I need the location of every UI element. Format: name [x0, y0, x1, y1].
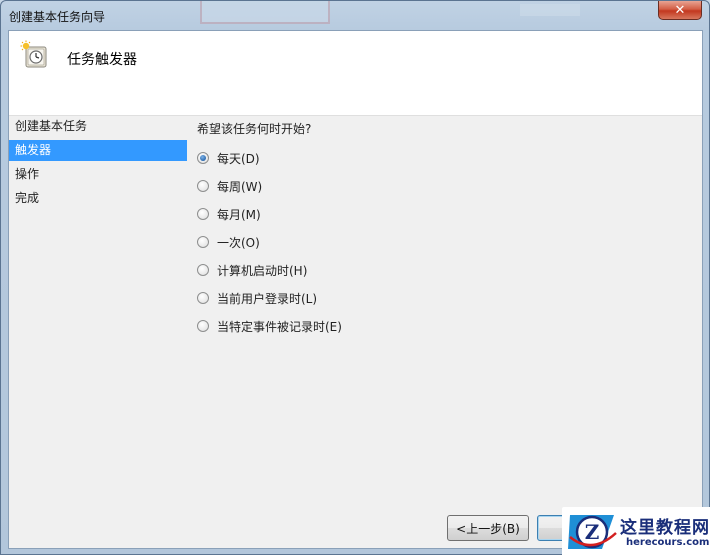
step-item-label: 完成 — [15, 191, 40, 205]
radio-button[interactable] — [197, 208, 209, 220]
watermark-logo-letter: Z — [585, 520, 600, 544]
radio-button[interactable] — [197, 264, 209, 276]
step-item-trigger[interactable]: 触发器 — [9, 140, 187, 161]
step-item-create-basic-task[interactable]: 创建基本任务 — [9, 116, 187, 137]
window-title: 创建基本任务向导 — [9, 10, 106, 24]
trigger-question: 希望该任务何时开始? — [197, 122, 312, 136]
radio-at-startup[interactable]: 计算机启动时(H) — [197, 261, 307, 279]
radio-daily[interactable]: 每天(D) — [197, 149, 260, 167]
radio-weekly[interactable]: 每周(W) — [197, 177, 262, 195]
back-button[interactable]: <上一步(B) — [447, 515, 529, 541]
radio-label[interactable]: 每天(D) — [217, 150, 260, 167]
step-item-action[interactable]: 操作 — [9, 164, 187, 185]
radio-button[interactable] — [197, 320, 209, 332]
radio-label[interactable]: 当特定事件被记录时(E) — [217, 318, 342, 335]
watermark-logo-icon: Z — [568, 515, 617, 549]
close-icon: ✕ — [674, 2, 686, 18]
step-item-label: 操作 — [15, 167, 40, 181]
wizard-client-area: 任务触发器 创建基本任务 触发器 操作 完成 希望该任务何时开始? 每天(D) — [8, 30, 703, 549]
radio-label[interactable]: 每月(M) — [217, 206, 261, 223]
radio-label[interactable]: 每周(W) — [217, 178, 262, 195]
radio-monthly[interactable]: 每月(M) — [197, 205, 261, 223]
radio-once[interactable]: 一次(O) — [197, 233, 260, 251]
radio-label[interactable]: 计算机启动时(H) — [217, 262, 307, 279]
close-button[interactable]: ✕ — [658, 1, 702, 20]
radio-on-event[interactable]: 当特定事件被记录时(E) — [197, 317, 342, 335]
watermark-site-url: herecours.com — [626, 537, 710, 548]
radio-button[interactable] — [197, 152, 209, 164]
radio-label[interactable]: 当前用户登录时(L) — [217, 290, 317, 307]
radio-at-logon[interactable]: 当前用户登录时(L) — [197, 289, 317, 307]
step-item-finish[interactable]: 完成 — [9, 188, 187, 209]
radio-button[interactable] — [197, 180, 209, 192]
radio-label[interactable]: 一次(O) — [217, 234, 260, 251]
radio-button[interactable] — [197, 236, 209, 248]
title-bar[interactable]: 创建基本任务向导 ✕ — [1, 1, 709, 29]
wizard-window: 创建基本任务向导 ✕ 任务触发器 创建基本任务 触发器 操作 完成 希望该任务何… — [0, 0, 710, 555]
step-item-label: 创建基本任务 — [15, 119, 88, 133]
wizard-header: 任务触发器 — [9, 31, 702, 116]
step-item-label: 触发器 — [15, 143, 52, 157]
task-clock-icon — [20, 40, 47, 68]
trigger-options-panel: 希望该任务何时开始? 每天(D) 每周(W) 每月(M) 一次(O) 计算机启动… — [197, 116, 697, 496]
wizard-step-list: 创建基本任务 触发器 操作 完成 — [9, 116, 187, 416]
page-title: 任务触发器 — [67, 52, 137, 68]
radio-button[interactable] — [197, 292, 209, 304]
watermark-badge: Z 这里教程网 herecours.com — [562, 507, 710, 555]
watermark-site-name: 这里教程网 — [620, 518, 710, 538]
